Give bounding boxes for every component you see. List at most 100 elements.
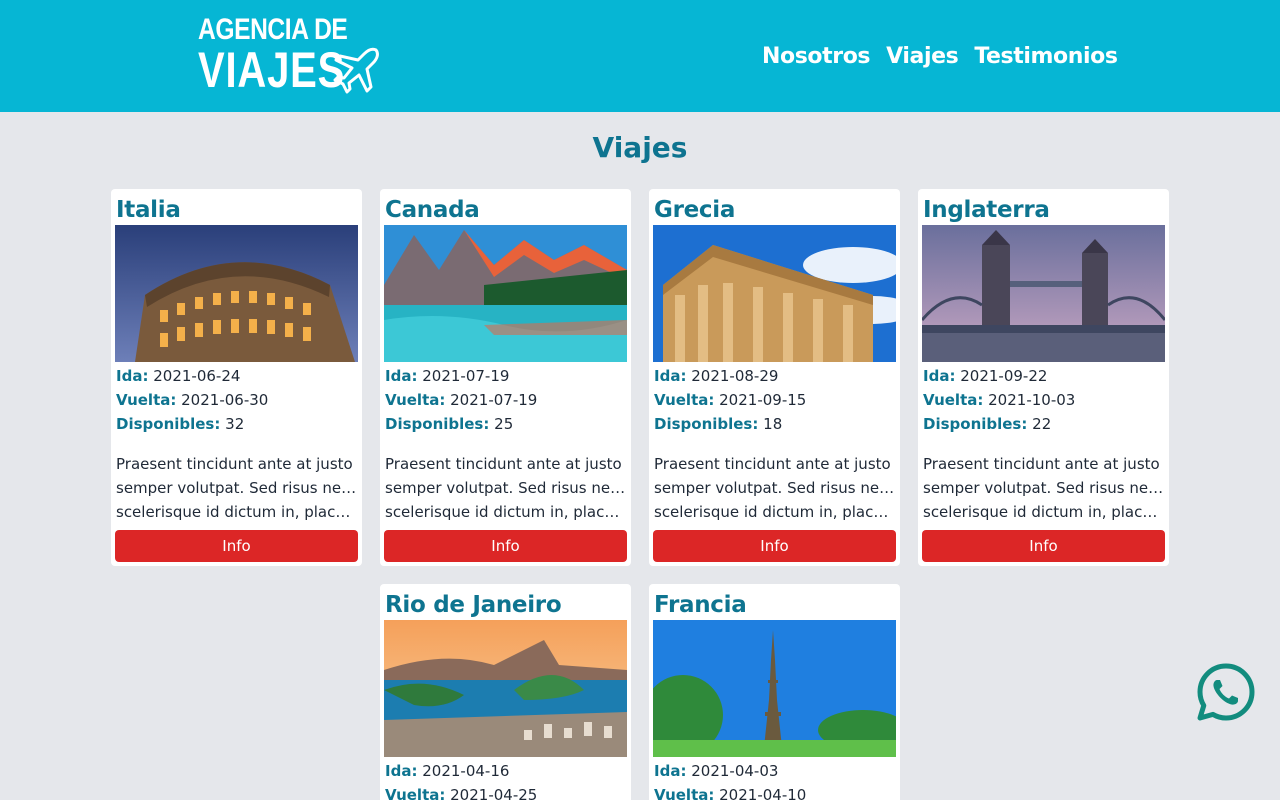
disponibles-value: 25 bbox=[494, 415, 514, 433]
description-line: semper volutpat. Sed risus neque, bbox=[385, 479, 627, 497]
trip-card: Italia Ida: 2021-06-24 Vuelta: 2021-06-3… bbox=[111, 189, 362, 566]
ida-value: 2021-09-22 bbox=[960, 367, 1048, 385]
logo-text-line2: VIAJES bbox=[198, 42, 346, 98]
site-header: AGENCIA DE VIAJES Nosotros Viajes Testim… bbox=[0, 0, 1280, 112]
trip-disponibles: Disponibles: 22 bbox=[922, 412, 1165, 436]
info-button[interactable]: Info bbox=[115, 530, 358, 562]
trip-ida: Ida: 2021-06-24 bbox=[115, 364, 358, 388]
disponibles-label: Disponibles: bbox=[116, 415, 221, 433]
trip-image bbox=[384, 225, 627, 362]
ida-value: 2021-04-03 bbox=[691, 762, 779, 780]
trip-image bbox=[653, 620, 896, 757]
ida-label: Ida: bbox=[385, 762, 418, 780]
ida-value: 2021-08-29 bbox=[691, 367, 779, 385]
ida-label: Ida: bbox=[654, 367, 687, 385]
vuelta-label: Vuelta: bbox=[923, 391, 984, 409]
trip-description: Praesent tincidunt ante at justo semper … bbox=[922, 452, 1165, 524]
description-line: Praesent tincidunt ante at justo bbox=[654, 455, 891, 473]
vuelta-value: 2021-07-19 bbox=[450, 391, 538, 409]
site-logo[interactable]: AGENCIA DE VIAJES bbox=[198, 14, 388, 98]
ida-value: 2021-07-19 bbox=[422, 367, 510, 385]
trip-disponibles: Disponibles: 32 bbox=[115, 412, 358, 436]
ida-value: 2021-06-24 bbox=[153, 367, 241, 385]
vuelta-label: Vuelta: bbox=[654, 391, 715, 409]
disponibles-value: 22 bbox=[1032, 415, 1052, 433]
trip-title: Grecia bbox=[654, 197, 736, 223]
trip-ida: Ida: 2021-09-22 bbox=[922, 364, 1165, 388]
trip-meta: Ida: 2021-08-29 Vuelta: 2021-09-15 Dispo… bbox=[653, 364, 896, 436]
trip-vuelta: Vuelta: 2021-06-30 bbox=[115, 388, 358, 412]
trip-card: Rio de Janeiro Ida: 2021-04-16 Vuelta: 2… bbox=[380, 584, 631, 800]
description-line: scelerisque id dictum in, placera... bbox=[385, 503, 627, 521]
trip-meta: Ida: 2021-04-03 Vuelta: 2021-04-10 bbox=[653, 759, 896, 800]
vuelta-label: Vuelta: bbox=[385, 391, 446, 409]
info-button[interactable]: Info bbox=[384, 530, 627, 562]
vuelta-label: Vuelta: bbox=[116, 391, 177, 409]
trip-meta: Ida: 2021-09-22 Vuelta: 2021-10-03 Dispo… bbox=[922, 364, 1165, 436]
vuelta-value: 2021-04-25 bbox=[450, 786, 538, 800]
trip-vuelta: Vuelta: 2021-09-15 bbox=[653, 388, 896, 412]
description-line: semper volutpat. Sed risus neque, bbox=[116, 479, 358, 497]
vuelta-value: 2021-10-03 bbox=[988, 391, 1076, 409]
trip-description: Praesent tincidunt ante at justo semper … bbox=[115, 452, 358, 524]
vuelta-label: Vuelta: bbox=[385, 786, 446, 800]
description-line: semper volutpat. Sed risus neque, bbox=[923, 479, 1165, 497]
ida-label: Ida: bbox=[385, 367, 418, 385]
ida-label: Ida: bbox=[116, 367, 149, 385]
vuelta-value: 2021-06-30 bbox=[181, 391, 269, 409]
vuelta-value: 2021-04-10 bbox=[719, 786, 807, 800]
trip-vuelta: Vuelta: 2021-04-10 bbox=[653, 783, 896, 800]
description-line: scelerisque id dictum in, placera... bbox=[116, 503, 358, 521]
description-line: Praesent tincidunt ante at justo bbox=[116, 455, 353, 473]
trip-image bbox=[115, 225, 358, 362]
disponibles-value: 18 bbox=[763, 415, 783, 433]
disponibles-label: Disponibles: bbox=[923, 415, 1028, 433]
nav-link-nosotros[interactable]: Nosotros bbox=[762, 42, 871, 72]
info-button[interactable]: Info bbox=[922, 530, 1165, 562]
trip-title: Francia bbox=[654, 592, 747, 618]
trip-card: Inglaterra Ida: 2021-09-22 Vuelta: 2021-… bbox=[918, 189, 1169, 566]
trip-title: Rio de Janeiro bbox=[385, 592, 562, 618]
trip-title: Italia bbox=[116, 197, 181, 223]
ida-value: 2021-04-16 bbox=[422, 762, 510, 780]
trip-title: Inglaterra bbox=[923, 197, 1050, 223]
description-line: semper volutpat. Sed risus neque, bbox=[654, 479, 896, 497]
trip-ida: Ida: 2021-08-29 bbox=[653, 364, 896, 388]
description-line: scelerisque id dictum in, placera... bbox=[923, 503, 1165, 521]
trip-ida: Ida: 2021-04-16 bbox=[384, 759, 627, 783]
trip-card: Francia Ida: 2021-04-03 Vuelta: 2021-04-… bbox=[649, 584, 900, 800]
trip-description: Praesent tincidunt ante at justo semper … bbox=[384, 452, 627, 524]
vuelta-label: Vuelta: bbox=[654, 786, 715, 800]
trip-meta: Ida: 2021-04-16 Vuelta: 2021-04-25 bbox=[384, 759, 627, 800]
trip-card: Grecia Ida: 2021-08-29 Vuelta: 2021-09-1… bbox=[649, 189, 900, 566]
description-line: scelerisque id dictum in, placera... bbox=[654, 503, 896, 521]
trip-image bbox=[653, 225, 896, 362]
trip-meta: Ida: 2021-06-24 Vuelta: 2021-06-30 Dispo… bbox=[115, 364, 358, 436]
vuelta-value: 2021-09-15 bbox=[719, 391, 807, 409]
description-line: Praesent tincidunt ante at justo bbox=[385, 455, 622, 473]
trip-ida: Ida: 2021-04-03 bbox=[653, 759, 896, 783]
nav-link-viajes[interactable]: Viajes bbox=[886, 42, 959, 72]
trip-image bbox=[384, 620, 627, 757]
trip-vuelta: Vuelta: 2021-10-03 bbox=[922, 388, 1165, 412]
disponibles-value: 32 bbox=[225, 415, 245, 433]
description-line: Praesent tincidunt ante at justo bbox=[923, 455, 1160, 473]
disponibles-label: Disponibles: bbox=[385, 415, 490, 433]
trip-vuelta: Vuelta: 2021-07-19 bbox=[384, 388, 627, 412]
trip-ida: Ida: 2021-07-19 bbox=[384, 364, 627, 388]
trip-description: Praesent tincidunt ante at justo semper … bbox=[653, 452, 896, 524]
ida-label: Ida: bbox=[654, 762, 687, 780]
ida-label: Ida: bbox=[923, 367, 956, 385]
trip-disponibles: Disponibles: 18 bbox=[653, 412, 896, 436]
trip-image bbox=[922, 225, 1165, 362]
page-title: Viajes bbox=[592, 131, 688, 164]
whatsapp-icon[interactable] bbox=[1196, 662, 1256, 722]
info-button[interactable]: Info bbox=[653, 530, 896, 562]
nav-link-testimonios[interactable]: Testimonios bbox=[974, 42, 1118, 72]
trip-title: Canada bbox=[385, 197, 480, 223]
trip-vuelta: Vuelta: 2021-04-25 bbox=[384, 783, 627, 800]
main-nav: Nosotros Viajes Testimonios bbox=[762, 42, 1118, 72]
trip-meta: Ida: 2021-07-19 Vuelta: 2021-07-19 Dispo… bbox=[384, 364, 627, 436]
trip-card: Canada Ida: 2021-07-19 Vuelta: 2021-07-1… bbox=[380, 189, 631, 566]
disponibles-label: Disponibles: bbox=[654, 415, 759, 433]
